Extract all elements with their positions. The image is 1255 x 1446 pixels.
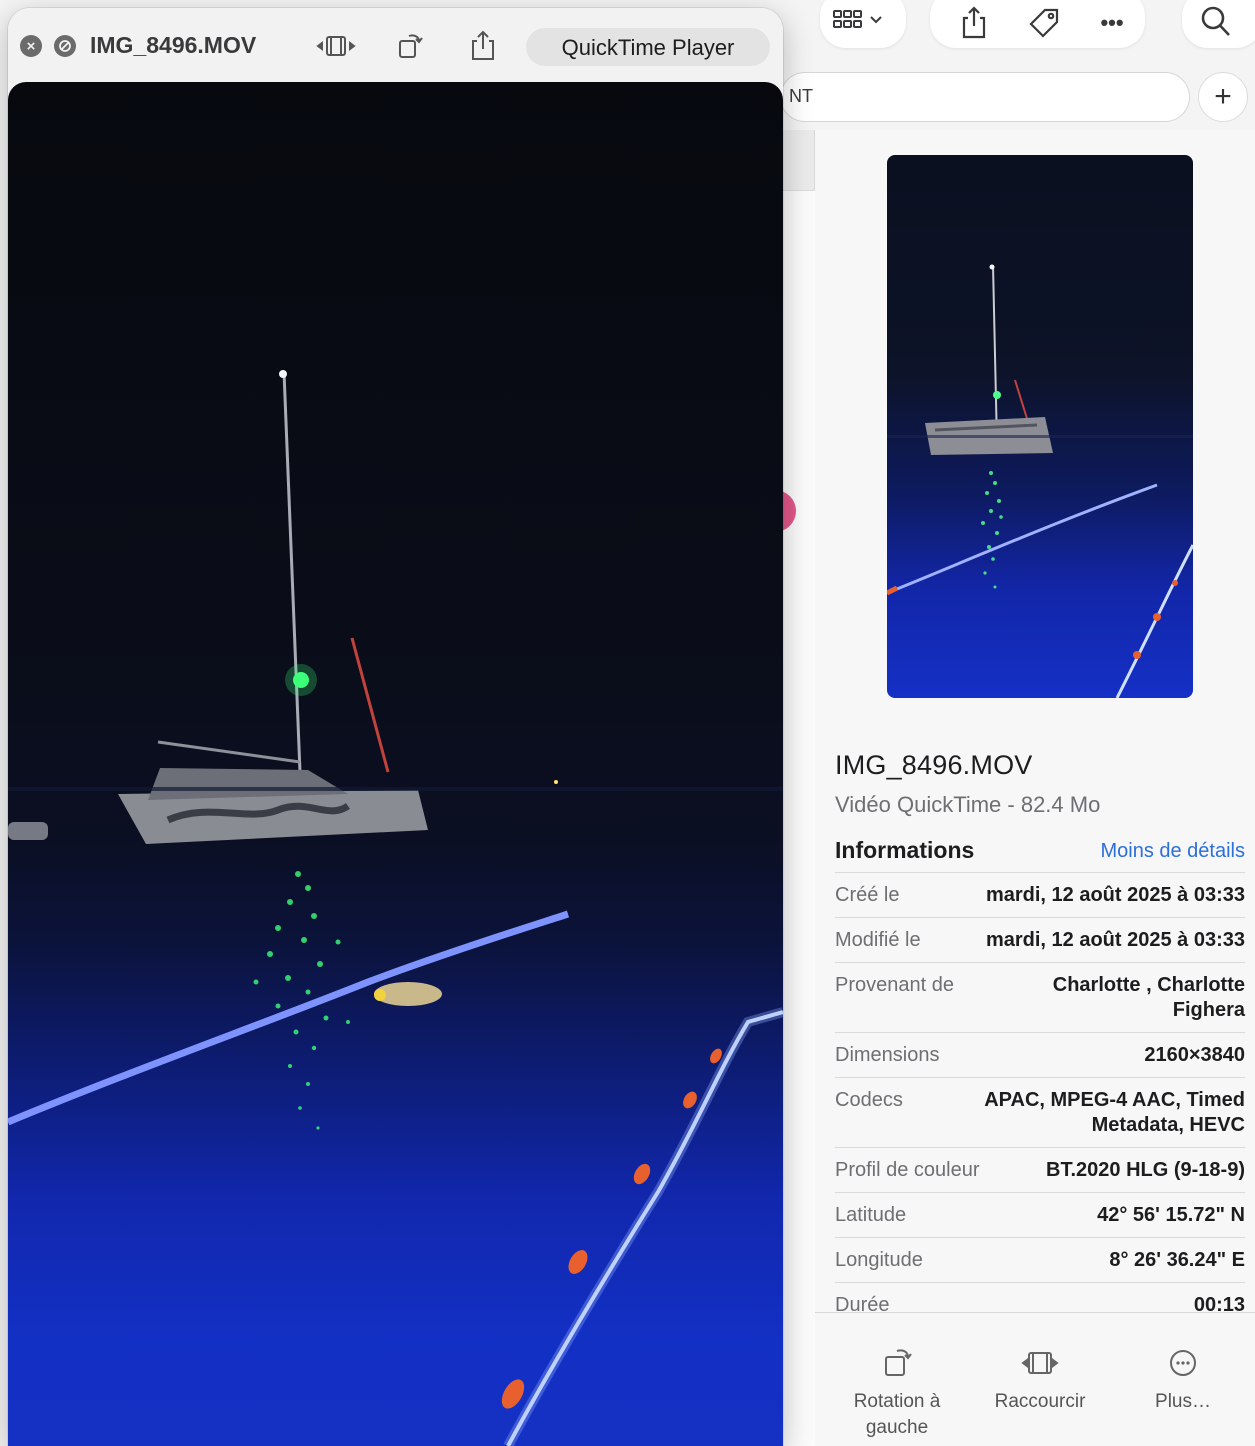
- file-name: IMG_8496.MOV: [835, 750, 1033, 780]
- info-row-created: Créé le mardi, 12 août 2025 à 03:33: [835, 872, 1245, 917]
- info-value: mardi, 12 août 2025 à 03:33: [985, 884, 1245, 906]
- trim-button[interactable]: Raccourcir: [970, 1343, 1110, 1415]
- info-row-codecs: Codecs APAC, MPEG-4 AAC, Timed Metadata,…: [835, 1077, 1245, 1147]
- info-label: Latitude: [835, 1204, 907, 1226]
- close-icon[interactable]: ×: [20, 35, 42, 57]
- info-value: 42° 56' 15.72" N: [1097, 1204, 1245, 1226]
- info-label: Modifié le: [835, 929, 921, 951]
- less-details-link[interactable]: Moins de détails: [1100, 840, 1245, 863]
- grid-view-icon[interactable]: [830, 6, 892, 40]
- info-label: Dimensions: [835, 1044, 940, 1066]
- info-panel: IMG_8496.MOV Vidéo QuickTime - 82.4 Mo I…: [815, 130, 1255, 1446]
- info-row-longitude: Longitude 8° 26' 36.24" E: [835, 1237, 1245, 1282]
- trim-icon[interactable]: [314, 30, 358, 67]
- info-value: Charlotte , Charlotte Fighera: [1052, 974, 1245, 1021]
- info-value: 2160×3840: [1144, 1044, 1245, 1066]
- info-row-dimensions: Dimensions 2160×3840: [835, 1032, 1245, 1077]
- tag-field-text: NT: [789, 86, 813, 106]
- info-label: Provenant de: [835, 974, 954, 996]
- rotate-left-icon: [827, 1343, 967, 1383]
- quick-actions: Rotation à gauche Raccourcir Plus…: [815, 1312, 1255, 1446]
- rotate-left-button[interactable]: Rotation à gauche: [827, 1343, 967, 1441]
- finder-list-strip: [780, 130, 815, 1446]
- video-frame[interactable]: [8, 82, 783, 1446]
- quicktime-window: × IMG_8496.MOV QuickTime Player: [8, 8, 783, 1446]
- info-rows: Créé le mardi, 12 août 2025 à 03:33 Modi…: [835, 872, 1245, 1327]
- info-row-source: Provenant de Charlotte , Charlotte Fighe…: [835, 962, 1245, 1032]
- info-row-modified: Modifié le mardi, 12 août 2025 à 03:33: [835, 917, 1245, 962]
- file-kind-size: Vidéo QuickTime - 82.4 Mo: [835, 792, 1101, 817]
- more-icon[interactable]: •••: [1090, 4, 1134, 42]
- info-label: Codecs: [835, 1089, 903, 1111]
- info-row-latitude: Latitude 42° 56' 15.72" N: [835, 1192, 1245, 1237]
- info-value: BT.2020 HLG (9-18-9): [1046, 1159, 1245, 1181]
- stop-icon[interactable]: [54, 35, 76, 57]
- window-title: IMG_8496.MOV: [90, 32, 257, 58]
- info-label: Profil de couleur: [835, 1159, 980, 1181]
- share-icon[interactable]: [952, 4, 996, 42]
- rotate-left-label: Rotation à gauche: [853, 1391, 941, 1438]
- info-row-color-profile: Profil de couleur BT.2020 HLG (9-18-9): [835, 1147, 1245, 1192]
- more-actions-label: Plus…: [1155, 1391, 1211, 1412]
- tag-field[interactable]: NT: [780, 72, 1190, 122]
- info-label: Longitude: [835, 1249, 923, 1271]
- more-circle-icon: [1113, 1343, 1253, 1383]
- share-icon[interactable]: [468, 30, 498, 67]
- open-with-app-button[interactable]: QuickTime Player: [526, 28, 770, 66]
- quicktime-titlebar[interactable]: × IMG_8496.MOV QuickTime Player: [8, 8, 783, 82]
- trim-label: Raccourcir: [994, 1391, 1086, 1412]
- more-actions-button[interactable]: Plus…: [1113, 1343, 1253, 1415]
- tag-icon[interactable]: [1022, 4, 1066, 42]
- add-button[interactable]: +: [1198, 72, 1248, 122]
- rotate-icon[interactable]: [394, 30, 426, 67]
- info-value: APAC, MPEG-4 AAC, Timed Metadata, HEVC: [984, 1089, 1245, 1136]
- info-value: 8° 26' 36.24" E: [1109, 1249, 1245, 1271]
- finder-list-area: [780, 190, 815, 1446]
- info-section-title: Informations: [835, 837, 975, 863]
- finder-toolbar: •••: [780, 0, 1255, 60]
- search-icon[interactable]: [1194, 2, 1238, 42]
- info-value: mardi, 12 août 2025 à 03:33: [985, 929, 1245, 951]
- video-thumbnail[interactable]: [887, 155, 1193, 698]
- trim-icon: [970, 1343, 1110, 1383]
- info-label: Créé le: [835, 884, 900, 906]
